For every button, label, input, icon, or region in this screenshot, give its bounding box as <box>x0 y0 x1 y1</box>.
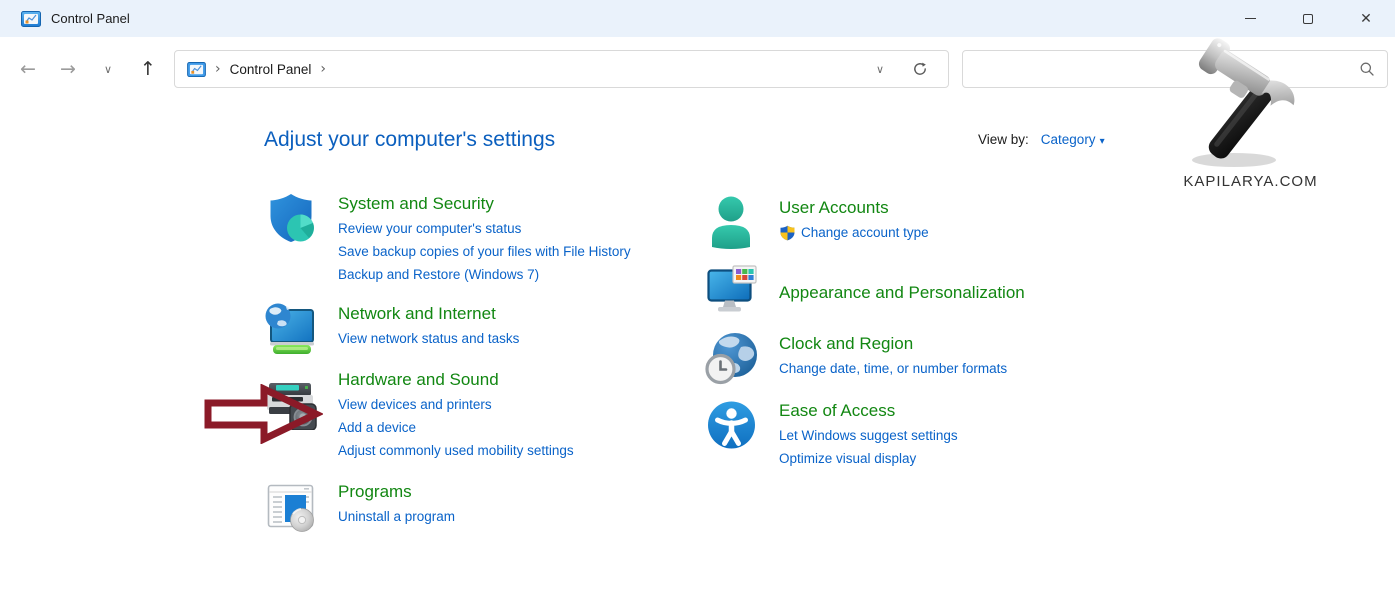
user-accounts-icon[interactable] <box>705 195 760 255</box>
address-bar[interactable]: › Control Panel › ∨ <box>174 50 949 88</box>
category-title-clock-and-region[interactable]: Clock and Region <box>779 331 1007 357</box>
task-link[interactable]: Add a device <box>338 416 574 439</box>
appearance-and-personalization-icon[interactable] <box>705 263 760 323</box>
category-title-appearance-and-personalization[interactable]: Appearance and Personalization <box>779 280 1025 306</box>
task-link[interactable]: Optimize visual display <box>779 447 958 470</box>
search-icon[interactable] <box>1359 61 1375 77</box>
category-title-network-and-internet[interactable]: Network and Internet <box>338 301 519 327</box>
category-title-system-and-security[interactable]: System and Security <box>338 191 631 217</box>
task-link[interactable]: View network status and tasks <box>338 327 519 350</box>
breadcrumb-control-panel[interactable]: Control Panel <box>230 62 312 77</box>
page-title: Adjust your computer's settings <box>264 128 555 152</box>
forward-button[interactable]: → <box>48 50 88 88</box>
address-dropdown-button[interactable]: ∨ <box>860 63 900 76</box>
task-link[interactable]: Adjust commonly used mobility settings <box>338 439 574 462</box>
close-button[interactable]: ✕ <box>1337 0 1395 37</box>
category-system-and-security: System and Security Review your computer… <box>264 191 631 286</box>
up-button[interactable]: ↑ <box>128 50 168 88</box>
category-user-accounts: User Accounts Change account type <box>705 195 929 255</box>
breadcrumb-chevron-icon: › <box>320 61 326 77</box>
window-title: Control Panel <box>51 11 130 26</box>
recent-locations-button[interactable]: ∨ <box>88 50 128 88</box>
system-and-security-icon[interactable] <box>264 191 319 286</box>
refresh-icon <box>912 61 928 77</box>
task-link[interactable]: Change date, time, or number formats <box>779 357 1007 380</box>
back-icon: ← <box>20 58 36 80</box>
task-link[interactable]: Save backup copies of your files with Fi… <box>338 240 631 263</box>
task-link-uac[interactable]: Change account type <box>779 221 929 244</box>
minimize-button[interactable] <box>1221 0 1279 37</box>
view-by-caret-icon: ▾ <box>1100 136 1105 147</box>
minimize-icon <box>1245 18 1256 19</box>
task-link[interactable]: Let Windows suggest settings <box>779 424 958 447</box>
programs-icon[interactable] <box>264 479 319 539</box>
category-appearance-and-personalization: Appearance and Personalization <box>705 263 1025 323</box>
category-title-ease-of-access[interactable]: Ease of Access <box>779 398 958 424</box>
category-programs: Programs Uninstall a program <box>264 479 455 539</box>
task-link[interactable]: Uninstall a program <box>338 505 455 528</box>
ease-of-access-icon[interactable] <box>705 398 760 470</box>
task-link[interactable]: View devices and printers <box>338 393 574 416</box>
category-clock-and-region: Clock and Region Change date, time, or n… <box>705 331 1007 391</box>
titlebar: Control Panel ✕ <box>0 0 1395 37</box>
category-title-user-accounts[interactable]: User Accounts <box>779 195 929 221</box>
red-arrow-annotation <box>201 384 323 444</box>
control-panel-icon <box>21 11 41 27</box>
refresh-button[interactable] <box>900 61 940 77</box>
task-link[interactable]: Backup and Restore (Windows 7) <box>338 263 631 286</box>
category-title-hardware-and-sound[interactable]: Hardware and Sound <box>338 367 574 393</box>
up-icon: ↑ <box>140 58 156 80</box>
category-ease-of-access: Ease of Access Let Windows suggest setti… <box>705 398 958 470</box>
maximize-icon <box>1303 14 1313 24</box>
uac-shield-icon <box>779 225 796 241</box>
close-icon: ✕ <box>1360 11 1372 27</box>
breadcrumb-control-panel-icon <box>187 62 206 77</box>
view-by-dropdown[interactable]: Category▾ <box>1041 132 1105 147</box>
navigation-bar: ← → ∨ ↑ › Control Panel › ∨ <box>0 37 1395 100</box>
watermark-text: KAPILARYA.COM <box>1168 173 1333 190</box>
breadcrumb-chevron-icon: › <box>215 61 221 77</box>
maximize-button[interactable] <box>1279 0 1337 37</box>
search-box[interactable] <box>962 50 1388 88</box>
chevron-down-icon: ∨ <box>104 63 112 76</box>
back-button[interactable]: ← <box>8 50 48 88</box>
search-input[interactable] <box>975 51 1359 87</box>
category-title-programs[interactable]: Programs <box>338 479 455 505</box>
clock-and-region-icon[interactable] <box>705 331 760 391</box>
category-network-and-internet: Network and Internet View network status… <box>264 301 519 361</box>
task-link[interactable]: Review your computer's status <box>338 217 631 240</box>
forward-icon: → <box>60 58 76 80</box>
view-by-label: View by: <box>978 132 1029 147</box>
network-and-internet-icon[interactable] <box>264 301 319 361</box>
